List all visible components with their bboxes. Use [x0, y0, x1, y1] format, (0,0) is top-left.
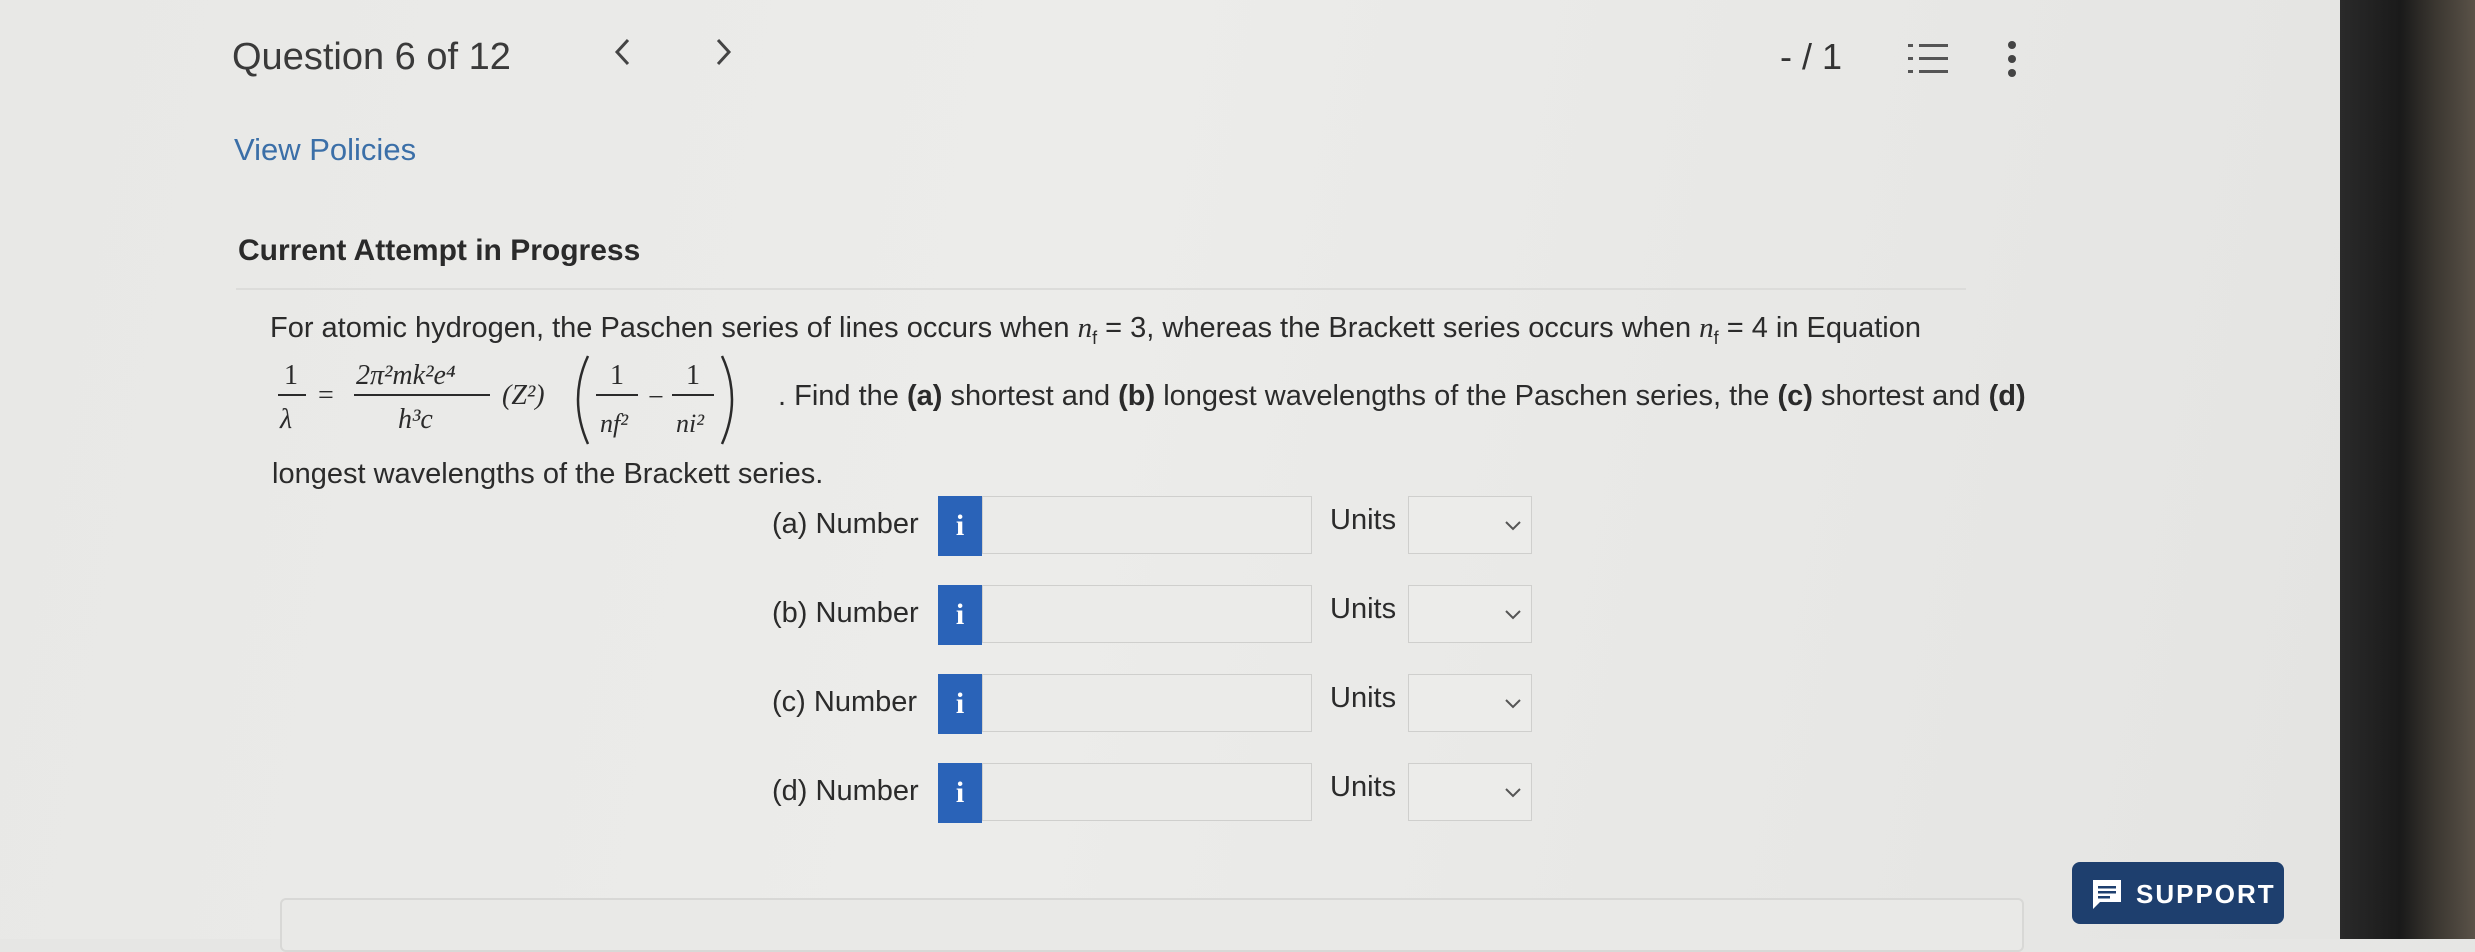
units-label: Units	[1330, 682, 1397, 714]
prompt-text: = 3, whereas the Brackett series occurs …	[1097, 312, 1700, 344]
chevron-right-icon	[716, 38, 732, 66]
number-input-d[interactable]	[982, 763, 1312, 821]
question-text-line3: longest wavelengths of the Brackett seri…	[272, 458, 824, 490]
next-question-button[interactable]	[712, 34, 734, 77]
prompt-text: For atomic hydrogen, the Paschen series …	[270, 312, 1078, 344]
chevron-down-icon	[1505, 610, 1521, 620]
answer-row-a: (a) Number i Units	[0, 496, 2000, 556]
chevron-down-icon	[1505, 699, 1521, 709]
eq-denominator: h³c	[398, 404, 433, 435]
eq-z-term: (Z²)	[502, 380, 545, 411]
eq-lhs-numerator: 1	[284, 360, 298, 391]
question-text-line2: . Find the (a) shortest and (b) longest …	[778, 380, 2026, 413]
screen: Question 6 of 12 - / 1 View Policies Cur…	[0, 0, 2340, 952]
part-a-tag: (a)	[906, 380, 943, 412]
view-policies-link[interactable]: View Policies	[234, 132, 416, 168]
question-text-line1: For atomic hydrogen, the Paschen series …	[270, 312, 1921, 349]
chevron-left-icon	[614, 38, 630, 66]
number-input-a[interactable]	[982, 496, 1312, 554]
prompt-text: = 4 in Equation	[1718, 312, 1922, 344]
prompt-text: longest wavelengths of the Paschen serie…	[1155, 380, 1778, 412]
prompt-text: shortest and	[942, 380, 1119, 412]
answer-row-d: (d) Number i Units	[0, 763, 2000, 823]
question-score: - / 1	[1780, 36, 1843, 77]
answer-row-b: (b) Number i Units	[0, 585, 2000, 645]
units-select-c[interactable]	[1408, 674, 1532, 732]
info-icon[interactable]: i	[938, 674, 982, 734]
part-d-tag: (d)	[1988, 380, 2026, 412]
support-button[interactable]: SUPPORT	[2072, 862, 2284, 924]
prompt-text: shortest and	[1812, 380, 1989, 412]
number-input-b[interactable]	[982, 585, 1312, 643]
divider	[236, 288, 1966, 290]
answer-row-c: (c) Number i Units	[0, 674, 2000, 734]
next-section-box	[280, 898, 2024, 952]
question-title: Question 6 of 12	[232, 36, 511, 78]
eq-one-a: 1	[610, 360, 624, 391]
info-icon[interactable]: i	[938, 763, 982, 823]
answer-label: (b) Number	[772, 597, 919, 629]
eq-numerator: 2π²mk²e⁴	[356, 360, 456, 391]
eq-ni-squared: ni²	[676, 409, 705, 438]
units-label: Units	[1330, 593, 1397, 625]
more-vertical-icon	[2008, 41, 2016, 77]
info-icon[interactable]: i	[938, 585, 982, 645]
chevron-down-icon	[1505, 788, 1521, 798]
monitor-bezel	[2340, 0, 2475, 939]
units-select-a[interactable]	[1408, 496, 1532, 554]
support-label: SUPPORT	[2136, 879, 2276, 909]
units-select-d[interactable]	[1408, 763, 1532, 821]
number-input-c[interactable]	[982, 674, 1312, 732]
nf-symbol: n	[1077, 312, 1093, 344]
answer-label: (c) Number	[772, 686, 918, 718]
eq-lhs-denominator: λ	[279, 404, 292, 435]
part-b-tag: (b)	[1118, 380, 1156, 412]
answer-label: (a) Number	[772, 508, 919, 540]
info-icon[interactable]: i	[938, 496, 982, 556]
eq-equals: =	[318, 380, 334, 411]
eq-minus: −	[648, 382, 664, 413]
part-c-tag: (c)	[1777, 380, 1813, 412]
numbered-list-icon	[1908, 44, 1948, 73]
chat-icon	[2093, 880, 2121, 909]
prev-question-button[interactable]	[612, 34, 634, 77]
answer-label: (d) Number	[772, 775, 919, 807]
eq-one-b: 1	[686, 360, 700, 391]
units-label: Units	[1330, 771, 1397, 803]
question-header: Question 6 of 12 - / 1	[0, 0, 2340, 120]
rydberg-equation: 1 λ = 2π²mk²e⁴ h³c (Z²) 1 nf² − 1 ni²	[278, 355, 734, 445]
more-options-button[interactable]	[2005, 40, 2019, 80]
units-label: Units	[1330, 504, 1397, 536]
chevron-down-icon	[1505, 521, 1521, 531]
nf-symbol: n	[1699, 312, 1714, 344]
eq-nf-squared: nf²	[600, 409, 629, 438]
prompt-text: . Find the	[778, 380, 907, 412]
units-select-b[interactable]	[1408, 585, 1532, 643]
attempt-status: Current Attempt in Progress	[238, 234, 641, 267]
question-list-button[interactable]	[1908, 42, 1948, 76]
